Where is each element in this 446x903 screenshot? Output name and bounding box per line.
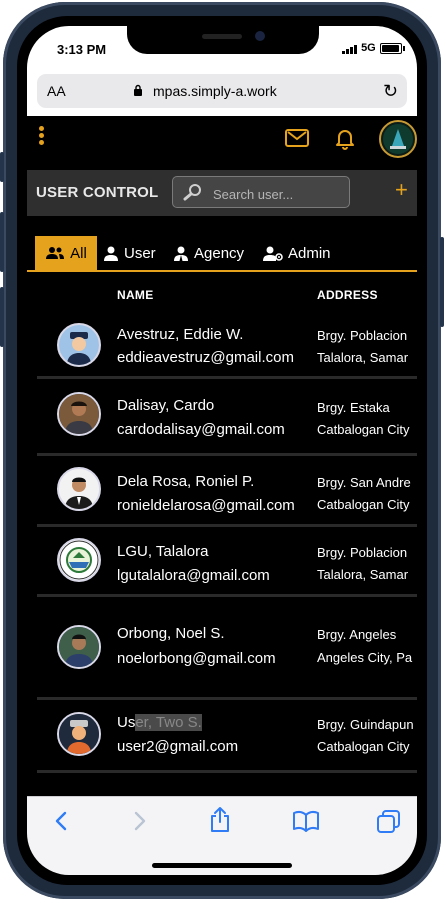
tab-all[interactable]: All: [35, 236, 97, 270]
user-control-bar: USER CONTROL +: [27, 170, 417, 216]
table-row[interactable]: Dela Rosa, Roniel P. ronieldelarosa@gmai…: [37, 456, 417, 527]
share-icon[interactable]: [208, 805, 232, 833]
app-header: [27, 116, 417, 170]
volume-down-button: [0, 287, 4, 347]
status-time: 3:13 PM: [57, 42, 107, 57]
user-avatar: [57, 467, 101, 511]
user-avatar: [57, 392, 101, 436]
tabs-icon[interactable]: [376, 809, 402, 835]
page-title: USER CONTROL: [36, 184, 159, 201]
user-email: eddieavestruz@gmail.com: [117, 349, 294, 366]
user-email: ronieldelarosa@gmail.com: [117, 497, 295, 514]
user-address-line2: Talalora, Samar: [317, 350, 409, 365]
phone-screen: 3:13 PM 5G AA mpas.simply-a.work ↻ USER …: [27, 26, 417, 875]
url-text[interactable]: mpas.simply-a.work: [153, 83, 277, 99]
tab-agency-label: Agency: [194, 244, 245, 262]
browser-address-area: AA mpas.simply-a.work ↻: [27, 72, 417, 116]
status-bar: 3:13 PM 5G: [27, 26, 417, 72]
user-name: Dalisay, Cardo: [117, 397, 215, 414]
user-avatar: [57, 712, 101, 756]
user-address-line1: Brgy. Poblacion: [317, 328, 408, 343]
user-email: noelorbong@gmail.com: [117, 650, 276, 667]
lock-icon: [134, 84, 142, 96]
user-email: user2@gmail.com: [117, 738, 239, 755]
mail-icon[interactable]: [285, 129, 309, 147]
power-button: [440, 237, 444, 327]
bookmarks-icon[interactable]: [292, 809, 320, 833]
column-header-address[interactable]: ADDRESS: [317, 288, 378, 302]
tab-admin-label: Admin: [288, 244, 331, 262]
table-row[interactable]: Avestruz, Eddie W. eddieavestruz@gmail.c…: [37, 314, 417, 379]
volume-up-button: [0, 212, 4, 272]
user-name: Orbong, Noel S.: [117, 625, 225, 642]
user-name-part: Us: [117, 714, 136, 731]
user-address-line1: Brgy. San Andre: [317, 475, 411, 490]
tab-user[interactable]: User: [103, 236, 156, 270]
user-address-line2: Talalora, Samar: [317, 567, 409, 582]
users-group-icon: [45, 246, 65, 260]
search-box[interactable]: [172, 176, 350, 208]
user-name: LGU, Talalora: [117, 543, 209, 560]
table-row[interactable]: User, Two S. user2@gmail.com Brgy. Guind…: [37, 700, 417, 773]
mute-switch: [0, 152, 4, 182]
user-email: cardodalisay@gmail.com: [117, 421, 285, 438]
search-icon: [183, 184, 201, 201]
table-row[interactable]: Orbong, Noel S. noelorbong@gmail.com Brg…: [37, 597, 417, 700]
speaker: [202, 34, 242, 39]
user-name: Avestruz, Eddie W.: [117, 326, 244, 343]
user-icon: [103, 246, 119, 261]
tab-admin[interactable]: Admin: [263, 236, 331, 270]
text-size-button[interactable]: AA: [47, 83, 66, 99]
back-icon[interactable]: [51, 809, 73, 833]
signal-indicator: 5G: [342, 42, 376, 54]
user-name: Dela Rosa, Roniel P.: [117, 473, 255, 490]
admin-user-gear-icon: [263, 246, 283, 261]
user-name: User, Two S.: [117, 714, 202, 731]
user-address-line2: Catbalogan City: [317, 497, 410, 512]
user-avatar: [57, 538, 101, 582]
table-header: NAME ADDRESS: [37, 278, 417, 315]
network-type: 5G: [361, 42, 376, 54]
profile-avatar[interactable]: [379, 120, 417, 158]
user-address-line2: Catbalogan City: [317, 422, 410, 437]
address-bar[interactable]: AA mpas.simply-a.work ↻: [37, 74, 407, 108]
phone-frame: 3:13 PM 5G AA mpas.simply-a.work ↻ USER …: [0, 2, 444, 899]
user-address-line1: Brgy. Poblacion: [317, 545, 408, 560]
user-email: lgutalalora@gmail.com: [117, 567, 270, 584]
forward-icon[interactable]: [128, 809, 150, 833]
bell-icon[interactable]: [333, 126, 357, 150]
reload-icon[interactable]: ↻: [383, 81, 398, 102]
table-row[interactable]: Dalisay, Cardo cardodalisay@gmail.com Br…: [37, 379, 417, 456]
tab-all-label: All: [70, 244, 87, 262]
home-indicator: [152, 863, 292, 868]
front-camera: [255, 31, 265, 41]
agency-user-icon: [173, 246, 189, 261]
tab-user-label: User: [124, 244, 156, 262]
tab-agency[interactable]: Agency: [173, 236, 244, 270]
column-header-name[interactable]: NAME: [117, 288, 154, 302]
menu-kebab-icon[interactable]: [39, 124, 47, 147]
user-avatar: [57, 323, 101, 367]
notch: [127, 26, 319, 54]
user-address-line2: Angeles City, Pa: [317, 650, 413, 665]
user-address-line1: Brgy. Angeles: [317, 627, 397, 642]
user-address-line2: Catbalogan City: [317, 739, 410, 754]
user-name-highlight: er, Two S.: [135, 714, 202, 731]
add-user-button[interactable]: +: [395, 179, 408, 201]
user-address-line1: Brgy. Guindapun: [317, 717, 414, 732]
browser-toolbar: [27, 796, 417, 875]
user-address-line1: Brgy. Estaka: [317, 400, 390, 415]
user-avatar: [57, 625, 101, 669]
filter-tabs: All User Agency Admin: [27, 236, 417, 272]
battery-icon: [380, 43, 405, 54]
signal-bars-icon: [342, 42, 358, 54]
search-input[interactable]: [211, 184, 345, 204]
table-row[interactable]: LGU, Talalora lgutalalora@gmail.com Brgy…: [37, 527, 417, 597]
